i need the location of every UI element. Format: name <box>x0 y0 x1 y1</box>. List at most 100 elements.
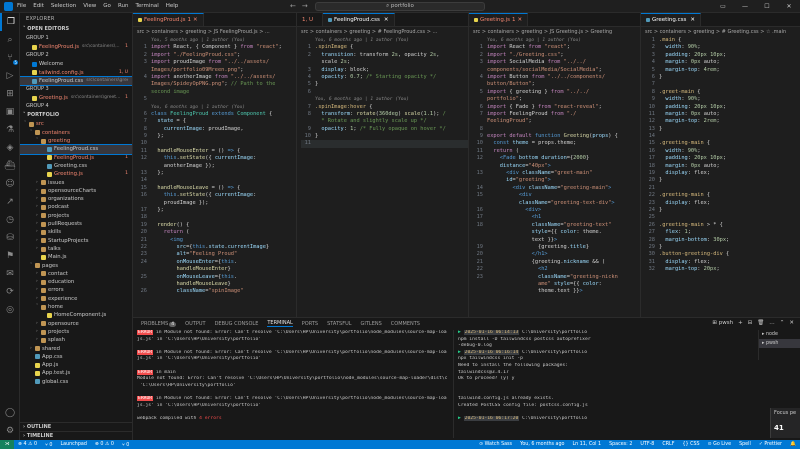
live-share-icon[interactable]: ↗ <box>0 193 20 211</box>
editor-group-1[interactable]: FeelingProud.js 1 ✕ src > containers > gre… <box>133 13 297 317</box>
editor-group-3[interactable]: Greeting.js 1 ✕ src > containers > greetin… <box>469 13 641 317</box>
menu-item-terminal[interactable]: Terminal <box>135 3 158 9</box>
breadcrumb[interactable]: src > containers > greeting > JS Feeling… <box>133 27 296 37</box>
folder-item[interactable]: › talks <box>20 245 132 253</box>
status-item[interactable]: 🔔 <box>786 442 800 447</box>
folder-item[interactable]: › projects <box>20 328 132 336</box>
timeline-icon[interactable]: ◷ <box>0 211 20 229</box>
focus-notification[interactable]: Focus pe 41 <box>770 408 800 438</box>
editor-tab[interactable]: 1, U <box>297 13 324 26</box>
menu-item-help[interactable]: Help <box>166 3 179 9</box>
file-item[interactable]: App.js <box>20 361 132 369</box>
code-area[interactable]: You, 6 months ago | 1 author (You) 1 impor… <box>469 37 640 296</box>
open-editor-item[interactable]: tailwind.config.js 1, U <box>20 69 132 77</box>
split-terminal-icon[interactable]: ⊟ <box>748 320 753 326</box>
code-area[interactable]: 1 .main {2 width: 90%; 3 padding: 20px 10p… <box>641 37 800 274</box>
folder-item[interactable]: › StartupProjects <box>20 237 132 245</box>
file-item[interactable]: FeelingProud.js 1 <box>20 154 132 162</box>
panel-tab-gitlens[interactable]: GITLENS <box>361 321 382 327</box>
status-item[interactable]: Spell <box>735 442 755 447</box>
panel-tab-terminal[interactable]: TERMINAL <box>267 320 293 327</box>
search-activity-icon[interactable]: ⌕ <box>0 31 20 49</box>
file-item[interactable]: App.css <box>20 353 132 361</box>
maximize-panel-icon[interactable]: ⌃ <box>780 320 785 326</box>
minimize-button[interactable]: — <box>734 0 756 13</box>
folder-item[interactable]: › skills <box>20 228 132 236</box>
status-item[interactable]: ⊙ Watch Sass <box>475 442 516 447</box>
file-item[interactable]: global.css <box>20 378 132 386</box>
folder-item[interactable]: › errors <box>20 286 132 294</box>
status-item[interactable]: Launchpad <box>56 442 90 448</box>
status-item[interactable]: CRLF <box>658 442 678 447</box>
status-item[interactable]: ⑂ 0 <box>41 442 56 448</box>
more-icon[interactable]: … <box>769 320 775 326</box>
menu-item-run[interactable]: Run <box>118 3 129 9</box>
add-terminal-icon[interactable]: + <box>738 320 743 326</box>
editor-tab[interactable]: Greeting.css ✕ <box>641 13 701 26</box>
close-icon[interactable]: ✕ <box>517 13 522 26</box>
folder-item[interactable]: › shared <box>20 345 132 353</box>
settings-sync-icon[interactable]: ⟳ <box>0 283 20 301</box>
explorer-icon[interactable]: ❐ <box>0 13 20 31</box>
panel-tab-statsful[interactable]: STATSFUL <box>327 321 351 327</box>
code-area[interactable]: You, 5 months ago | 1 author (You) 1 impor… <box>133 37 296 296</box>
folder-item[interactable]: ˅ pages <box>20 262 132 270</box>
source-control-icon[interactable]: ⑂ 5 <box>0 49 20 67</box>
folder-item[interactable]: ˅ containers <box>20 129 132 137</box>
file-item[interactable]: App.test.js <box>20 369 132 377</box>
folder-item[interactable]: › pullRequests <box>20 220 132 228</box>
group3-header[interactable]: GROUP 3 <box>20 85 132 94</box>
testing-icon[interactable]: ⚗ <box>0 121 20 139</box>
status-item[interactable]: UTF-8 <box>636 442 658 447</box>
folder-item[interactable]: ˅ src <box>20 120 132 128</box>
breadcrumb[interactable]: src > containers > greeting > # FeelingP… <box>297 27 468 37</box>
timeline-section[interactable]: › TIMELINE <box>20 431 132 440</box>
file-item[interactable]: HomeComponent.js <box>20 311 132 319</box>
folder-item[interactable]: › splash <box>20 336 132 344</box>
terminal-pwsh[interactable]: ▶ 2025-01-16 06:14:13 C:\University\port… <box>453 330 753 438</box>
group4-header[interactable]: GROUP 4 <box>20 102 132 111</box>
open-editor-item[interactable]: Welcome <box>20 60 132 68</box>
open-editors-header[interactable]: ˅ OPEN EDITORS <box>20 25 132 34</box>
file-item[interactable]: Greeting.js 1 <box>20 170 132 178</box>
close-panel-icon[interactable]: ✕ <box>789 320 794 326</box>
status-item[interactable]: ✓ Prettier <box>755 442 786 447</box>
run-debug-icon[interactable]: ▷ <box>0 67 20 85</box>
trash-icon[interactable]: 🗑 <box>757 320 764 326</box>
editor-group-2[interactable]: 1, U FeelingProud.css ✕ src > containers >… <box>297 13 469 317</box>
menu-item-selection[interactable]: Selection <box>51 3 76 9</box>
file-item[interactable]: FeelingProud.css <box>20 144 132 155</box>
file-item[interactable]: Greeting.css <box>20 162 132 170</box>
file-item[interactable]: Main.js <box>20 253 132 261</box>
close-icon[interactable]: ✕ <box>690 13 695 26</box>
status-item[interactable]: ⊗ 4 ⚠ 0 <box>14 442 41 448</box>
database-icon[interactable]: ⛁ <box>0 229 20 247</box>
chat-icon[interactable]: ✉ <box>0 265 20 283</box>
folder-item[interactable]: › podcast <box>20 203 132 211</box>
status-item[interactable]: {} CSS <box>678 442 703 447</box>
menu-item-file[interactable]: File <box>17 3 26 9</box>
panel-tab-problems[interactable]: PROBLEMS 4 <box>141 321 177 327</box>
panel-tab-output[interactable]: OUTPUT <box>185 321 205 327</box>
editor-tab[interactable]: FeelingProud.css ✕ <box>323 13 395 26</box>
folder-item[interactable]: › projects <box>20 212 132 220</box>
menu-item-view[interactable]: View <box>83 3 96 9</box>
panel-tab-ports[interactable]: PORTS <box>302 321 318 327</box>
status-item[interactable]: Ln 11, Col 1 <box>568 442 605 447</box>
close-button[interactable]: ✕ <box>778 0 800 13</box>
menu-item-edit[interactable]: Edit <box>33 3 44 9</box>
editor-group-4[interactable]: Greeting.css ✕ src > containers > greetin… <box>641 13 800 317</box>
editor-tab[interactable]: FeelingProud.js 1 ✕ <box>133 13 204 26</box>
menu-item-go[interactable]: Go <box>103 3 111 9</box>
folder-item[interactable]: › issues <box>20 179 132 187</box>
folder-item[interactable]: › organizations <box>20 195 132 203</box>
gitlens-icon[interactable]: ◈ <box>0 139 20 157</box>
panel-tab-debug-console[interactable]: DEBUG CONSOLE <box>215 321 259 327</box>
folder-item[interactable]: › contact <box>20 270 132 278</box>
back-arrow-icon[interactable]: ← <box>290 2 296 10</box>
open-editor-item[interactable]: FeelingProud.csssrc\containers\greeti... <box>20 75 132 87</box>
folder-item[interactable]: › opensource <box>20 320 132 328</box>
account-icon[interactable]: ◯ <box>0 404 20 422</box>
panel-tab-comments[interactable]: COMMENTS <box>391 321 420 327</box>
close-icon[interactable]: ✕ <box>193 13 198 26</box>
